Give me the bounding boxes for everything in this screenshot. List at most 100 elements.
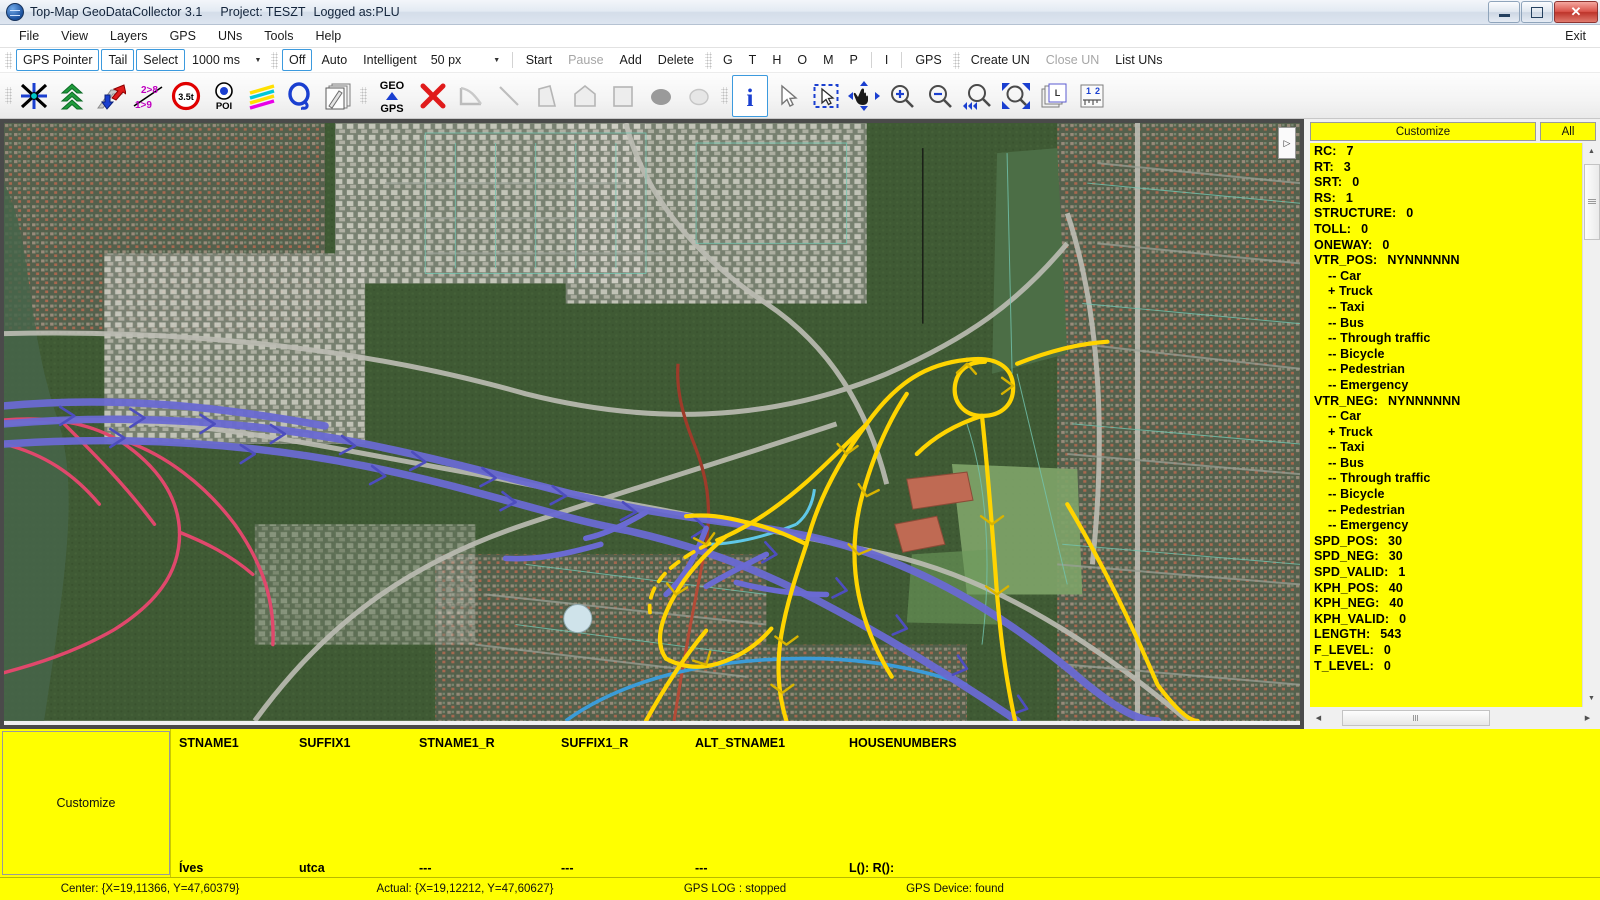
attribute-row[interactable]: -- Through traffic: [1314, 331, 1582, 347]
weight-restriction-icon[interactable]: 3.5t: [168, 75, 204, 117]
menu-layers[interactable]: Layers: [99, 27, 159, 45]
attribute-row[interactable]: SRT: 0: [1314, 175, 1582, 191]
attribute-row[interactable]: + Truck: [1314, 425, 1582, 441]
toolbar-grip-icon-7[interactable]: [721, 87, 728, 104]
layer-p-button[interactable]: P: [843, 49, 865, 71]
layer-i-button[interactable]: I: [878, 49, 895, 71]
scroll-thumb[interactable]: [1584, 164, 1600, 240]
hscroll-thumb[interactable]: [1342, 709, 1491, 726]
map-collapse-button[interactable]: ▷: [1278, 127, 1296, 159]
pixel-combo[interactable]: 50 px ▼: [427, 51, 505, 70]
start-button[interactable]: Start: [519, 49, 559, 71]
attribute-row[interactable]: -- Pedestrian: [1314, 503, 1582, 519]
measure-icon[interactable]: 12: [1074, 75, 1110, 117]
table-cell[interactable]: ---: [561, 861, 574, 875]
attribute-row[interactable]: -- Emergency: [1314, 518, 1582, 534]
delete-button[interactable]: Delete: [651, 49, 701, 71]
attribute-row[interactable]: T_LEVEL: 0: [1314, 659, 1582, 675]
menu-exit[interactable]: Exit: [1565, 29, 1586, 43]
all-button[interactable]: All: [1540, 122, 1596, 141]
elevation-icon[interactable]: [54, 75, 90, 117]
toolbar-grip-icon-2[interactable]: [271, 51, 278, 69]
table-column-header[interactable]: STNAME1_R: [419, 736, 495, 750]
polyline-icon[interactable]: [453, 75, 489, 117]
toolbar-grip-icon-4[interactable]: [952, 51, 960, 69]
attribute-row[interactable]: TOLL: 0: [1314, 222, 1582, 238]
table-cell[interactable]: Íves: [179, 861, 203, 875]
attribute-row[interactable]: SPD_VALID: 1: [1314, 565, 1582, 581]
pan-hand-icon[interactable]: [846, 75, 882, 117]
menu-help[interactable]: Help: [304, 27, 352, 45]
chevron-down-icon-2[interactable]: ▼: [489, 51, 505, 70]
table-cell[interactable]: ---: [695, 861, 708, 875]
menu-tools[interactable]: Tools: [253, 27, 304, 45]
scroll-track[interactable]: [1583, 160, 1600, 690]
ramp-icon[interactable]: [92, 75, 128, 117]
map-viewport[interactable]: ▷: [0, 119, 1304, 729]
attribute-row[interactable]: KPH_POS: 40: [1314, 581, 1582, 597]
attribute-row[interactable]: STRUCTURE: 0: [1314, 206, 1582, 222]
scroll-down-icon[interactable]: ▼: [1583, 690, 1600, 707]
table-cell[interactable]: L(): R():: [849, 861, 894, 875]
restore-button[interactable]: [1521, 1, 1553, 23]
menu-gps[interactable]: GPS: [159, 27, 207, 45]
rubber-band-select-icon[interactable]: [808, 75, 844, 117]
ellipse-filled-icon[interactable]: [643, 75, 679, 117]
attribute-row[interactable]: SPD_NEG: 30: [1314, 549, 1582, 565]
pause-button[interactable]: Pause: [561, 49, 610, 71]
attribute-row[interactable]: -- Bus: [1314, 456, 1582, 472]
toolbar-grip-icon-6[interactable]: [360, 87, 367, 104]
table-column-header[interactable]: STNAME1: [179, 736, 239, 750]
attribute-row[interactable]: VTR_NEG: NYNNNNNN: [1314, 394, 1582, 410]
hscroll-track[interactable]: [1327, 709, 1579, 726]
attribute-row[interactable]: -- Taxi: [1314, 440, 1582, 456]
table-column-header[interactable]: ALT_STNAME1: [695, 736, 785, 750]
list-uns-button[interactable]: List UNs: [1108, 49, 1169, 71]
attribute-row[interactable]: -- Pedestrian: [1314, 362, 1582, 378]
scroll-left-icon[interactable]: ◀: [1310, 710, 1327, 726]
menu-file[interactable]: File: [8, 27, 50, 45]
attribute-row[interactable]: -- Car: [1314, 409, 1582, 425]
attribute-row[interactable]: RS: 1: [1314, 191, 1582, 207]
attribute-row[interactable]: ONEWAY: 0: [1314, 238, 1582, 254]
scroll-up-icon[interactable]: ▲: [1583, 143, 1600, 160]
tail-toggle[interactable]: Tail: [101, 49, 135, 71]
attribute-row[interactable]: -- Bicycle: [1314, 487, 1582, 503]
intelligent-button[interactable]: Intelligent: [356, 49, 424, 71]
rectangle-icon[interactable]: [605, 75, 641, 117]
zoom-in-icon[interactable]: [884, 75, 920, 117]
oneway-loop-icon[interactable]: [282, 75, 318, 117]
layer-stack-icon[interactable]: L: [1036, 75, 1072, 117]
layer-t-button[interactable]: T: [742, 49, 764, 71]
table-customize-button[interactable]: Customize: [2, 731, 170, 875]
attribute-horizontal-scrollbar[interactable]: ◀ ▶: [1310, 709, 1596, 726]
attribute-row[interactable]: VTR_POS: NYNNNNNN: [1314, 253, 1582, 269]
attribute-row[interactable]: LENGTH: 543: [1314, 627, 1582, 643]
table-grid[interactable]: STNAME1 SUFFIX1 STNAME1_R SUFFIX1_R ALT_STNA…: [170, 729, 1600, 877]
geo-gps-icon[interactable]: GEO GPS: [371, 75, 413, 117]
minimize-button[interactable]: [1488, 1, 1520, 23]
poi-icon[interactable]: POI: [206, 75, 242, 117]
zoom-out-icon[interactable]: [922, 75, 958, 117]
table-cell[interactable]: ---: [419, 861, 432, 875]
layer-h-button[interactable]: H: [765, 49, 788, 71]
scroll-right-icon[interactable]: ▶: [1579, 710, 1596, 726]
attribute-row[interactable]: -- Emergency: [1314, 378, 1582, 394]
table-cell[interactable]: utca: [299, 861, 325, 875]
layer-o-button[interactable]: O: [790, 49, 814, 71]
line-icon[interactable]: [491, 75, 527, 117]
attribute-row[interactable]: -- Taxi: [1314, 300, 1582, 316]
ellipse-outline-icon[interactable]: [681, 75, 717, 117]
layers-edit-icon[interactable]: [320, 75, 356, 117]
close-button[interactable]: ✕: [1554, 1, 1598, 23]
auto-button[interactable]: Auto: [314, 49, 354, 71]
create-un-button[interactable]: Create UN: [964, 49, 1037, 71]
customize-button[interactable]: Customize: [1310, 122, 1536, 141]
interval-combo[interactable]: 1000 ms ▼: [188, 51, 266, 70]
zoom-extent-icon[interactable]: [998, 75, 1034, 117]
attribute-vertical-scrollbar[interactable]: ▲ ▼: [1582, 143, 1600, 707]
attribute-row[interactable]: -- Bicycle: [1314, 347, 1582, 363]
toolbar-grip-icon-5[interactable]: [5, 87, 12, 104]
house-shape-icon[interactable]: [567, 75, 603, 117]
polygon-open-icon[interactable]: [529, 75, 565, 117]
